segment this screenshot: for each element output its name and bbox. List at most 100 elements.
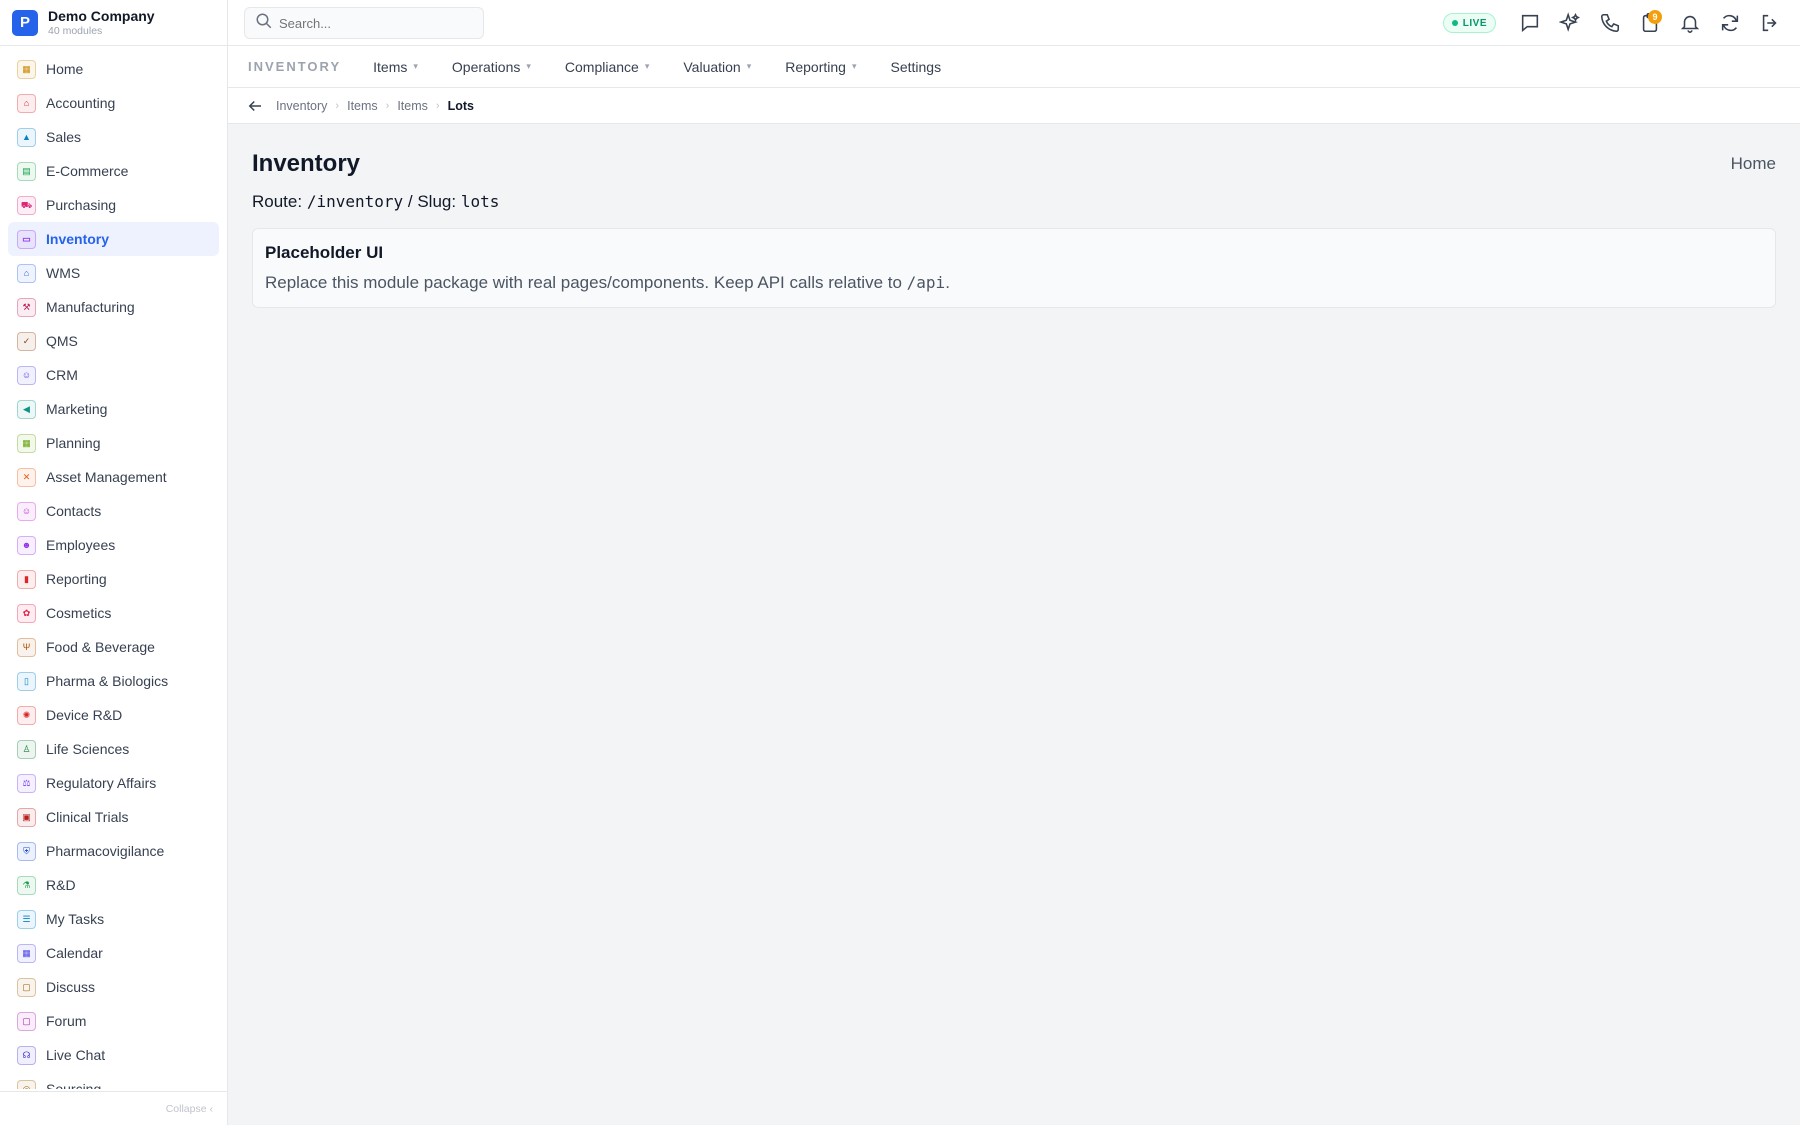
placeholder-card: Placeholder UI Replace this module packa… (252, 228, 1776, 308)
sidebar-item-life-sciences[interactable]: ♙ Life Sciences (8, 732, 219, 766)
calendar-icon: ▦ (17, 433, 36, 453)
sidebar-item-asset-management[interactable]: ✕ Asset Management (8, 460, 219, 494)
sidebar-item-live-chat[interactable]: ☊ Live Chat (8, 1038, 219, 1072)
breadcrumb-link[interactable]: Items (397, 99, 428, 113)
sparkles-icon[interactable] (1550, 0, 1590, 46)
back-arrow-icon[interactable] (246, 97, 264, 115)
clipboard-icon: ▣ (17, 807, 36, 827)
refresh-icon[interactable] (1710, 0, 1750, 46)
sidebar-item-e-commerce[interactable]: ▤ E-Commerce (8, 154, 219, 188)
sidebar-item-pharmacovigilance[interactable]: ⛨ Pharmacovigilance (8, 834, 219, 868)
sidebar-item-label: QMS (46, 333, 78, 349)
flask-icon: ⚗ (17, 875, 36, 895)
breadcrumb-separator-icon: › (385, 99, 390, 112)
users-icon: ☺ (17, 365, 36, 385)
sidebar-item-purchasing[interactable]: ⛟ Purchasing (8, 188, 219, 222)
sidebar-item-label: Regulatory Affairs (46, 775, 157, 791)
sidebar-nav: ▦ Home ⌂ Accounting ▲ Sales ▤ E-Commerce ⛟ Purcha… (8, 52, 219, 1089)
menu-label: Compliance (564, 58, 639, 75)
sidebar-item-r-d[interactable]: ⚗ R&D (8, 868, 219, 902)
breadcrumb: Inventory › Items › Items › Lots (228, 88, 1800, 124)
megaphone-icon: ◀ (17, 399, 36, 419)
sidebar-item-forum[interactable]: ▢ Forum (8, 1004, 219, 1038)
menu-label: Valuation (683, 58, 741, 75)
utensils-icon: Ψ (17, 637, 36, 657)
menu-compliance[interactable]: Compliance ▾ (565, 59, 649, 75)
checklist-icon: ☰ (17, 909, 36, 929)
cpu-icon: ✺ (17, 705, 36, 725)
search-input[interactable] (279, 15, 469, 31)
sidebar-item-label: My Tasks (46, 911, 105, 927)
search-box[interactable] (244, 7, 484, 39)
sidebar-item-pharma-biologics[interactable]: ▯ Pharma & Biologics (8, 664, 219, 698)
calendar-days-icon: ▦ (17, 943, 36, 963)
sidebar-item-regulatory-affairs[interactable]: ⚖ Regulatory Affairs (8, 766, 219, 800)
sidebar-item-label: Sourcing (46, 1081, 102, 1089)
microscope-icon: ♙ (17, 739, 36, 759)
sidebar-item-home[interactable]: ▦ Home (8, 52, 219, 86)
sidebar-item-employees[interactable]: ☻ Employees (8, 528, 219, 562)
sidebar-item-wms[interactable]: ⌂ WMS (8, 256, 219, 290)
sidebar-item-inventory[interactable]: ▭ Inventory (8, 222, 219, 256)
sidebar-item-my-tasks[interactable]: ☰ My Tasks (8, 902, 219, 936)
sidebar-item-device-r-d[interactable]: ✺ Device R&D (8, 698, 219, 732)
module-count: 40 modules (48, 24, 103, 37)
badge-check-icon: ✓ (17, 331, 36, 351)
route-label: Route: (252, 192, 303, 211)
menu-settings[interactable]: Settings (890, 59, 941, 75)
sidebar-item-sourcing[interactable]: ◎ Sourcing (8, 1072, 219, 1089)
breadcrumb-link[interactable]: Items (347, 99, 378, 113)
sidebar-item-label: E-Commerce (46, 163, 129, 179)
breadcrumb-link[interactable]: Inventory (276, 99, 327, 113)
sidebar-item-cosmetics[interactable]: ✿ Cosmetics (8, 596, 219, 630)
live-dot (1451, 20, 1458, 26)
sidebar-item-planning[interactable]: ▦ Planning (8, 426, 219, 460)
sidebar-item-label: Asset Management (46, 469, 167, 485)
company-switcher[interactable]: P Demo Company 40 modules (0, 0, 227, 46)
sidebar-item-label: Forum (46, 1013, 87, 1029)
sidebar-item-sales[interactable]: ▲ Sales (8, 120, 219, 154)
slug-label: / Slug: (407, 192, 457, 211)
phone-icon[interactable] (1590, 0, 1630, 46)
chat-icon: ▢ (17, 977, 36, 997)
sidebar-item-marketing[interactable]: ◀ Marketing (8, 392, 219, 426)
logout-icon[interactable] (1750, 0, 1790, 46)
sidebar-item-label: Pharmacovigilance (46, 843, 165, 859)
sidebar-item-calendar[interactable]: ▦ Calendar (8, 936, 219, 970)
menu-items[interactable]: Items ▾ (373, 59, 418, 75)
menu-operations[interactable]: Operations ▾ (452, 59, 531, 75)
clipboard-bell-icon[interactable]: 9 (1630, 0, 1670, 46)
sidebar-item-manufacturing[interactable]: ⚒ Manufacturing (8, 290, 219, 324)
sidebar-item-discuss[interactable]: ▢ Discuss (8, 970, 219, 1004)
bar-chart-icon: ▮ (17, 569, 36, 589)
sidebar-item-label: Pharma & Biologics (46, 673, 169, 689)
sidebar-item-reporting[interactable]: ▮ Reporting (8, 562, 219, 596)
sidebar-item-clinical-trials[interactable]: ▣ Clinical Trials (8, 800, 219, 834)
chevron-down-icon: ▾ (526, 61, 531, 71)
menu-valuation[interactable]: Valuation ▾ (683, 59, 751, 75)
sidebar-item-label: Food & Beverage (46, 639, 155, 655)
sidebar-item-accounting[interactable]: ⌂ Accounting (8, 86, 219, 120)
card-text-code: /api (906, 273, 946, 292)
bell-icon[interactable] (1670, 0, 1710, 46)
menu-reporting[interactable]: Reporting ▾ (785, 59, 856, 75)
sidebar-item-food-beverage[interactable]: Ψ Food & Beverage (8, 630, 219, 664)
sidebar-item-crm[interactable]: ☺ CRM (8, 358, 219, 392)
sidebar-item-label: Reporting (46, 571, 107, 587)
menu-label: Reporting (785, 58, 846, 75)
employee-icon: ☻ (17, 535, 36, 555)
sidebar-item-qms[interactable]: ✓ QMS (8, 324, 219, 358)
factory-icon: ⚒ (17, 297, 36, 317)
sidebar-item-label: Marketing (46, 401, 108, 417)
sales-icon: ▲ (17, 127, 36, 147)
contact-icon: ☺ (17, 501, 36, 521)
topbar: LIVE 9 (228, 0, 1800, 46)
card-title: Placeholder UI (265, 243, 384, 262)
collapse-sidebar-button[interactable]: Collapse ‹ (0, 1091, 227, 1125)
home-link[interactable]: Home (1731, 154, 1776, 174)
sidebar-item-label: Inventory (46, 231, 110, 247)
sidebar-item-contacts[interactable]: ☺ Contacts (8, 494, 219, 528)
message-icon[interactable] (1510, 0, 1550, 46)
headset-icon: ☊ (17, 1045, 36, 1065)
pill-icon: ▯ (17, 671, 36, 691)
